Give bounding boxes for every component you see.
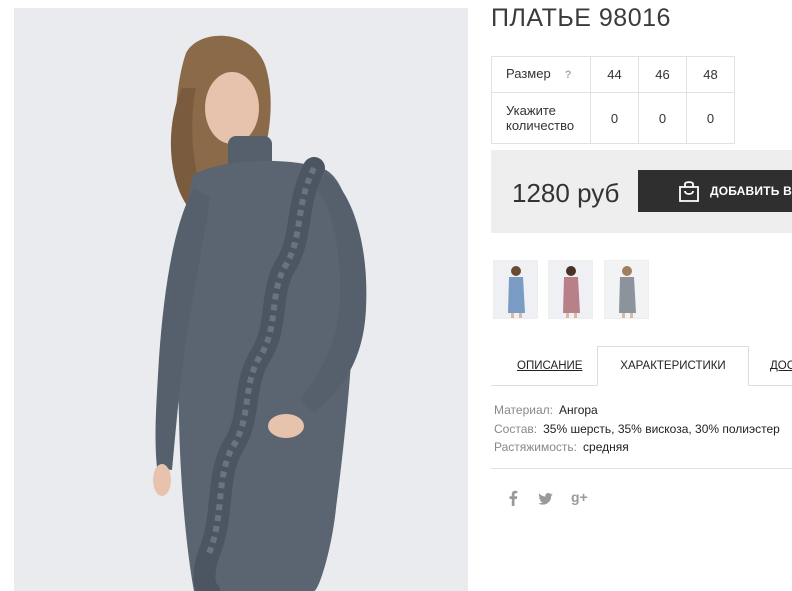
quantity-input-48[interactable]: 0	[686, 92, 735, 144]
quantity-label-cell: Укажите количество	[491, 92, 591, 144]
size-46: 46	[638, 56, 687, 93]
spec-row-composition: Состав: 35% шерсть, 35% вискоза, 30% поли…	[494, 420, 780, 439]
price-panel: 1280 руб ДОБАВИТЬ В ЗАКАЗ	[491, 150, 792, 233]
tab-description[interactable]: ОПИСАНИЕ	[517, 360, 582, 372]
size-table: Размер? 44 46 48 Укажите количество 0 0 …	[491, 56, 735, 144]
spec-value: 35% шерсть, 35% вискоза, 30% полиэстер	[543, 421, 780, 436]
thumbnail-blue-variant[interactable]	[493, 260, 538, 319]
spec-value: средняя	[583, 440, 629, 454]
product-main-photo[interactable]	[14, 8, 468, 591]
product-price: 1280 руб	[512, 178, 620, 208]
size-44: 44	[590, 56, 639, 93]
product-title: ПЛАТЬЕ 98016	[491, 4, 671, 32]
thumbnail-pink-variant[interactable]	[548, 260, 593, 319]
quantity-label-line1: Укажите	[506, 103, 556, 118]
product-specs: Материал: Ангора Состав: 35% шерсть, 35% в…	[494, 401, 780, 457]
tab-delivery[interactable]: ДОСТАВКА	[770, 360, 792, 372]
spec-key: Материал:	[494, 403, 553, 417]
tab-characteristics[interactable]: ХАРАКТЕРИСТИКИ	[597, 346, 749, 386]
googleplus-icon[interactable]: g+	[571, 489, 588, 505]
spec-key: Состав:	[494, 421, 538, 436]
size-label-cell: Размер?	[491, 56, 591, 93]
add-to-cart-label: ДОБАВИТЬ В ЗАКАЗ	[710, 184, 792, 198]
shopping-bag-icon	[677, 179, 701, 206]
quantity-input-46[interactable]: 0	[638, 92, 687, 144]
spec-row-stretch: Растяжимость: средняя	[494, 438, 780, 457]
facebook-icon[interactable]	[507, 490, 519, 509]
size-label: Размер	[506, 66, 551, 81]
add-to-cart-button[interactable]: ДОБАВИТЬ В ЗАКАЗ	[638, 170, 792, 212]
spec-key: Растяжимость:	[494, 440, 578, 454]
specs-divider	[491, 468, 792, 469]
size-help-icon[interactable]: ?	[565, 69, 572, 81]
twitter-icon[interactable]	[538, 492, 553, 508]
quantity-label-line2: количество	[506, 118, 575, 133]
thumbnail-grey-variant[interactable]	[604, 260, 649, 319]
spec-row-material: Материал: Ангора	[494, 401, 780, 420]
size-48: 48	[686, 56, 735, 93]
spec-value: Ангора	[558, 403, 598, 417]
quantity-input-44[interactable]: 0	[590, 92, 639, 144]
